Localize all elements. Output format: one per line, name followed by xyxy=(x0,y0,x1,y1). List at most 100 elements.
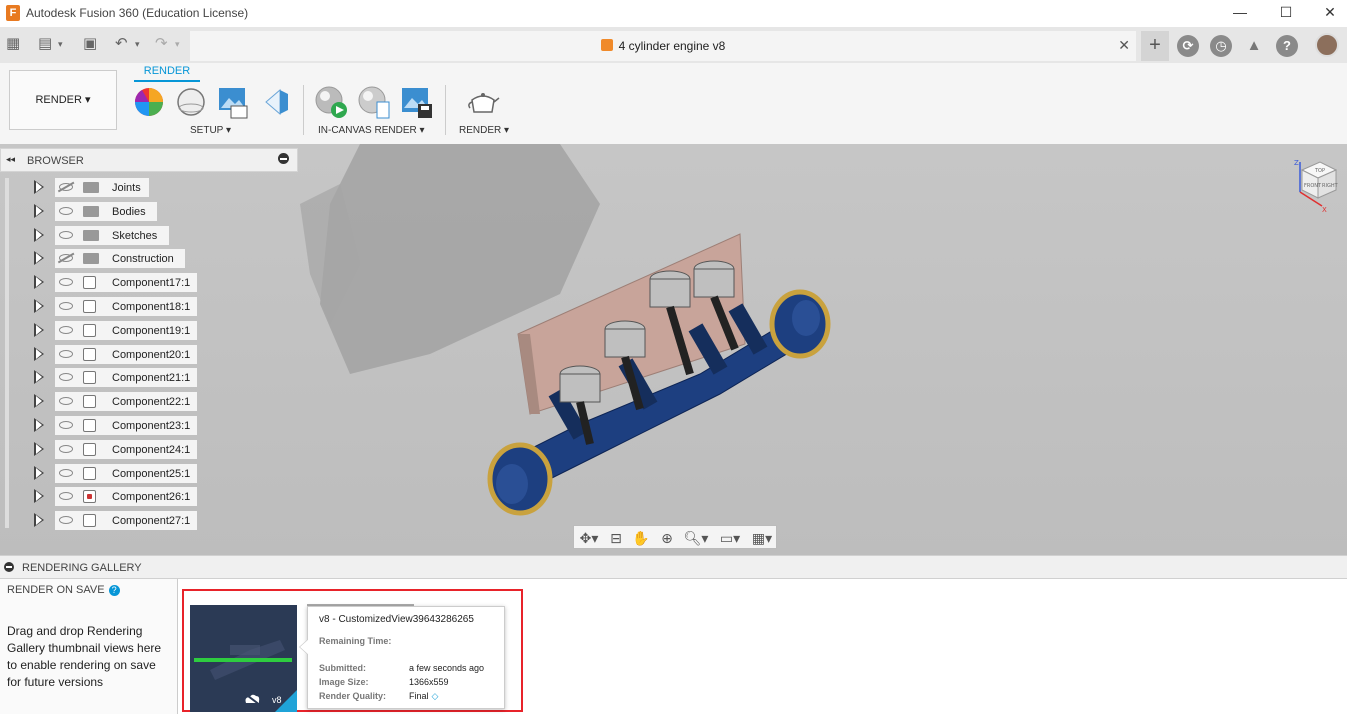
new-tab-button[interactable]: + xyxy=(1141,31,1169,61)
expand-arrow-icon[interactable] xyxy=(34,346,44,361)
browser-item-body[interactable]: Component22:1 xyxy=(55,392,197,412)
orbit-icon[interactable]: ✥▾ xyxy=(576,529,602,547)
rendering-thumbnail[interactable]: v8 xyxy=(190,605,297,712)
zoom-icon[interactable]: ⊕ xyxy=(658,529,676,547)
rendering-gallery-header[interactable]: RENDERING GALLERY xyxy=(0,555,1347,579)
setup-group-label[interactable]: SETUP ▾ xyxy=(190,125,231,136)
help-icon[interactable]: ? xyxy=(1276,35,1298,57)
expand-arrow-icon[interactable] xyxy=(34,513,44,528)
tab-render[interactable]: RENDER xyxy=(134,65,200,82)
help-icon[interactable]: ? xyxy=(108,585,120,596)
eye-hidden-icon[interactable] xyxy=(59,183,73,191)
browser-item-body[interactable]: Sketches xyxy=(55,225,169,245)
data-panel-grid-icon[interactable]: ▦ xyxy=(6,35,20,53)
browser-scrollbar[interactable] xyxy=(5,178,9,528)
history-icon[interactable]: ◷ xyxy=(1210,35,1232,57)
expand-arrow-icon[interactable] xyxy=(34,180,44,194)
eye-visible-icon[interactable] xyxy=(59,397,73,406)
expand-arrow-icon[interactable] xyxy=(34,299,44,313)
expand-arrow-icon[interactable] xyxy=(34,441,44,456)
pan-icon[interactable]: ✋ xyxy=(632,529,650,547)
browser-title: BROWSER xyxy=(27,155,84,167)
maximize-button[interactable]: ☐ xyxy=(1266,0,1306,27)
expand-arrow-icon[interactable] xyxy=(34,489,44,504)
expand-arrow-icon[interactable] xyxy=(34,203,44,218)
expand-arrow-icon[interactable] xyxy=(34,227,44,242)
document-tab[interactable]: 4 cylinder engine v8 ✕ xyxy=(190,31,1136,61)
diamond-icon: ◇ xyxy=(431,691,439,701)
browser-item-body[interactable]: Component24:1 xyxy=(55,439,197,459)
eye-visible-icon[interactable] xyxy=(59,444,73,453)
expand-arrow-icon[interactable] xyxy=(34,370,44,385)
browser-item-body[interactable]: Component23:1 xyxy=(55,416,197,435)
capture-image-icon[interactable] xyxy=(400,86,434,120)
collapse-gallery-icon[interactable] xyxy=(4,562,14,572)
render-group-label[interactable]: RENDER ▾ xyxy=(459,125,509,136)
eye-visible-icon[interactable] xyxy=(59,206,73,215)
browser-item-body[interactable]: Component27:1 xyxy=(55,511,197,531)
eye-hidden-icon[interactable] xyxy=(59,254,73,263)
browser-item-label: Component27:1 xyxy=(112,515,191,528)
browser-item-body[interactable]: Component17:1 xyxy=(55,273,197,293)
browser-item-label: Component18:1 xyxy=(112,301,191,313)
expand-arrow-icon[interactable] xyxy=(34,394,44,409)
viewcube[interactable]: Z X TOP FRONT RIGHT xyxy=(1288,156,1342,212)
save-icon[interactable]: ▣ xyxy=(83,35,97,53)
eye-visible-icon[interactable] xyxy=(59,492,73,501)
eye-visible-icon[interactable] xyxy=(59,230,73,239)
browser-item-body[interactable]: Component19:1 xyxy=(55,320,197,340)
minimize-browser-icon[interactable] xyxy=(278,153,289,164)
file-dropdown-icon[interactable]: ▾ xyxy=(58,35,63,53)
browser-item-body[interactable]: Component25:1 xyxy=(55,463,197,483)
browser-item-body[interactable]: Component20:1 xyxy=(55,344,197,364)
fit-icon[interactable]: 🔍︎▾ xyxy=(682,529,710,547)
expand-arrow-icon[interactable] xyxy=(34,322,44,337)
browser-item-label: Component19:1 xyxy=(112,324,191,337)
close-window-button[interactable]: ✕ xyxy=(1310,0,1347,27)
job-status-icon[interactable]: ⟳ xyxy=(1177,35,1199,57)
browser-item-body[interactable]: Joints xyxy=(55,178,149,197)
close-tab-icon[interactable]: ✕ xyxy=(1118,37,1130,54)
eye-visible-icon[interactable] xyxy=(59,516,73,525)
in-canvas-render-icon[interactable] xyxy=(314,86,348,120)
texture-map-icon[interactable] xyxy=(217,86,249,120)
eye-visible-icon[interactable] xyxy=(59,302,73,310)
user-avatar[interactable] xyxy=(1315,33,1339,57)
expand-arrow-icon[interactable] xyxy=(34,275,44,290)
browser-item-body[interactable]: Component18:1 xyxy=(55,297,197,316)
display-settings-icon[interactable]: ▭▾ xyxy=(716,529,744,547)
in-canvas-render-group-label[interactable]: IN-CANVAS RENDER ▾ xyxy=(318,125,425,136)
eye-visible-icon[interactable] xyxy=(59,468,73,477)
decal-icon[interactable] xyxy=(262,86,292,118)
grid-settings-icon[interactable]: ▦▾ xyxy=(748,529,776,547)
redo-dropdown-icon[interactable]: ▾ xyxy=(175,35,180,53)
render-teapot-icon[interactable] xyxy=(466,88,500,116)
browser-item-body[interactable]: Component21:1 xyxy=(55,368,197,388)
minimize-button[interactable]: — xyxy=(1220,0,1260,27)
undo-icon[interactable]: ↶ xyxy=(115,35,128,53)
look-at-icon[interactable]: ⊟ xyxy=(607,529,625,547)
eye-visible-icon[interactable] xyxy=(59,373,73,382)
eye-visible-icon[interactable] xyxy=(59,349,73,358)
browser-item-body[interactable]: Component26:1 xyxy=(55,487,197,507)
notifications-bell-icon[interactable]: ▲ xyxy=(1243,35,1265,57)
scene-settings-icon[interactable] xyxy=(175,86,207,118)
component-icon xyxy=(83,442,96,456)
eye-visible-icon[interactable] xyxy=(59,421,73,429)
browser-item-body[interactable]: Construction xyxy=(55,249,185,269)
collapse-browser-icon[interactable]: ◂◂ xyxy=(6,154,15,165)
undo-dropdown-icon[interactable]: ▾ xyxy=(135,35,140,53)
appearance-icon[interactable] xyxy=(133,86,165,118)
eye-visible-icon[interactable] xyxy=(59,325,73,334)
eye-visible-icon[interactable] xyxy=(59,278,73,287)
drag-drop-hint[interactable]: Drag and drop Rendering Gallery thumbnai… xyxy=(7,623,167,691)
file-menu-icon[interactable]: ▤ xyxy=(38,35,52,53)
in-canvas-render-settings-icon[interactable] xyxy=(357,86,391,120)
expand-arrow-icon[interactable] xyxy=(34,465,44,480)
redo-icon[interactable]: ↷ xyxy=(155,35,168,53)
expand-arrow-icon[interactable] xyxy=(34,251,44,266)
browser-item-body[interactable]: Bodies xyxy=(55,201,157,221)
fusion-logo-icon: F xyxy=(6,5,20,21)
workspace-switcher[interactable]: RENDER ▾ xyxy=(9,70,117,130)
expand-arrow-icon[interactable] xyxy=(34,418,44,432)
